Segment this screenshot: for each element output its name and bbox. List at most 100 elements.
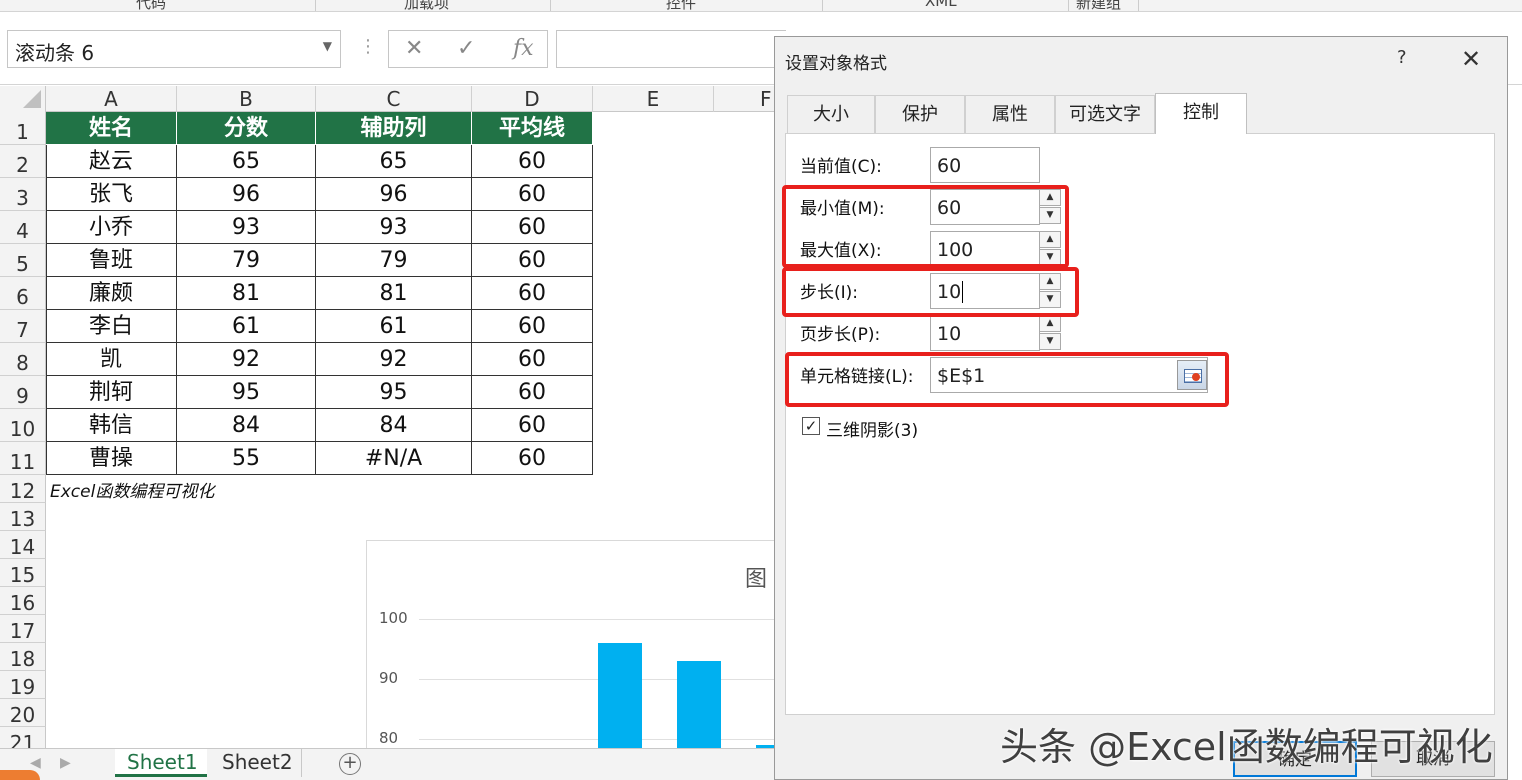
table-cell[interactable]: 60: [472, 343, 593, 376]
current-value-label: 当前值(C):: [800, 157, 882, 177]
table-cell[interactable]: 84: [177, 409, 316, 442]
bar-chart[interactable]: 图 100 90 80: [366, 540, 879, 760]
table-cell[interactable]: 60: [472, 310, 593, 343]
table-cell[interactable]: 96: [316, 178, 472, 211]
formula-input[interactable]: [556, 30, 786, 68]
table-cell[interactable]: 60: [472, 442, 593, 475]
table-cell[interactable]: 60: [472, 244, 593, 277]
formula-buttons: ✕ ✓ fx: [388, 30, 548, 68]
table-cell[interactable]: 曹操: [46, 442, 177, 475]
sheet-tab-sheet1[interactable]: Sheet1: [115, 749, 207, 777]
table-cell[interactable]: 韩信: [46, 409, 177, 442]
tab-properties[interactable]: 属性: [965, 95, 1055, 133]
column-header-d[interactable]: D: [472, 86, 593, 112]
table-cell[interactable]: 65: [177, 145, 316, 178]
scroll-right-icon[interactable]: ▶: [60, 755, 71, 771]
row-header-17[interactable]: 17: [0, 615, 46, 643]
row-header-14[interactable]: 14: [0, 531, 46, 559]
table-cell[interactable]: 92: [316, 343, 472, 376]
row-header-1[interactable]: 1: [0, 112, 46, 145]
table-cell[interactable]: 84: [316, 409, 472, 442]
table-cell[interactable]: 93: [316, 211, 472, 244]
tab-protection[interactable]: 保护: [875, 95, 965, 133]
row-header-4[interactable]: 4: [0, 211, 46, 244]
table-cell[interactable]: 79: [177, 244, 316, 277]
tab-alt-text[interactable]: 可选文字: [1055, 95, 1155, 133]
page-step-spinner[interactable]: ▲ ▼: [1039, 315, 1063, 351]
formula-bar-grip-icon[interactable]: ⋮: [359, 36, 377, 57]
table-cell[interactable]: 65: [316, 145, 472, 178]
table-cell[interactable]: 60: [472, 178, 593, 211]
chart-bar[interactable]: [677, 661, 721, 751]
row-header-9[interactable]: 9: [0, 376, 46, 409]
spin-down-icon[interactable]: ▼: [1039, 333, 1061, 350]
table-cell[interactable]: 61: [177, 310, 316, 343]
page-step-field[interactable]: 10: [930, 315, 1040, 351]
table-cell[interactable]: 81: [316, 277, 472, 310]
row-header-19[interactable]: 19: [0, 671, 46, 699]
current-value-field[interactable]: 60: [930, 147, 1040, 183]
table-cell[interactable]: 小乔: [46, 211, 177, 244]
row-header-20[interactable]: 20: [0, 699, 46, 727]
table-cell[interactable]: #N/A: [316, 442, 472, 475]
spin-up-icon[interactable]: ▲: [1039, 315, 1061, 332]
table-cell[interactable]: 荆轲: [46, 376, 177, 409]
table-cell[interactable]: 60: [472, 211, 593, 244]
scroll-left-icon[interactable]: ◀: [30, 755, 41, 771]
row-header-15[interactable]: 15: [0, 559, 46, 587]
table-cell[interactable]: 95: [316, 376, 472, 409]
column-header-e[interactable]: E: [593, 86, 714, 112]
sheet-tab-sheet2[interactable]: Sheet2: [210, 749, 302, 777]
table-cell[interactable]: 93: [177, 211, 316, 244]
tab-control[interactable]: 控制: [1155, 93, 1247, 134]
chart-bar[interactable]: [598, 643, 642, 751]
table-cell[interactable]: 96: [177, 178, 316, 211]
help-icon[interactable]: ?: [1397, 47, 1407, 68]
table-cell[interactable]: 李白: [46, 310, 177, 343]
row-header-7[interactable]: 7: [0, 310, 46, 343]
row-header-16[interactable]: 16: [0, 587, 46, 615]
table-cell[interactable]: 79: [316, 244, 472, 277]
table-cell[interactable]: 鲁班: [46, 244, 177, 277]
enter-icon[interactable]: ✓: [457, 36, 475, 61]
row-header-6[interactable]: 6: [0, 277, 46, 310]
row-header-8[interactable]: 8: [0, 343, 46, 376]
row-header-13[interactable]: 13: [0, 503, 46, 531]
cancel-icon[interactable]: ✕: [405, 36, 423, 61]
row-header-5[interactable]: 5: [0, 244, 46, 277]
name-box[interactable]: 滚动条 6 ▼: [7, 30, 341, 68]
table-cell[interactable]: 60: [472, 277, 593, 310]
row-header-2[interactable]: 2: [0, 145, 46, 178]
table-cell[interactable]: 赵云: [46, 145, 177, 178]
table-cell[interactable]: 凯: [46, 343, 177, 376]
table-cell[interactable]: 61: [316, 310, 472, 343]
close-icon[interactable]: ✕: [1461, 45, 1481, 73]
table-cell[interactable]: 95: [177, 376, 316, 409]
row-header-18[interactable]: 18: [0, 643, 46, 671]
table-cell[interactable]: 廉颇: [46, 277, 177, 310]
table-header-cell[interactable]: 平均线: [472, 112, 593, 145]
tab-size[interactable]: 大小: [787, 95, 875, 133]
row-header-10[interactable]: 10: [0, 409, 46, 442]
insert-function-icon[interactable]: fx: [513, 36, 534, 61]
table-cell[interactable]: 55: [177, 442, 316, 475]
table-header-cell[interactable]: 分数: [177, 112, 316, 145]
table-header-cell[interactable]: 姓名: [46, 112, 177, 145]
table-cell[interactable]: 60: [472, 145, 593, 178]
name-box-dropdown-icon[interactable]: ▼: [323, 39, 332, 53]
table-cell[interactable]: 张飞: [46, 178, 177, 211]
column-header-a[interactable]: A: [46, 86, 177, 112]
row-header-12[interactable]: 12: [0, 475, 46, 503]
table-cell[interactable]: 92: [177, 343, 316, 376]
table-cell[interactable]: 60: [472, 409, 593, 442]
row-header-3[interactable]: 3: [0, 178, 46, 211]
add-sheet-icon[interactable]: +: [339, 753, 361, 775]
column-header-b[interactable]: B: [177, 86, 316, 112]
3d-shading-checkbox[interactable]: ✓: [802, 417, 820, 435]
table-header-cell[interactable]: 辅助列: [316, 112, 472, 145]
select-all-corner[interactable]: [0, 86, 46, 112]
column-header-c[interactable]: C: [316, 86, 472, 112]
row-header-11[interactable]: 11: [0, 442, 46, 475]
table-cell[interactable]: 60: [472, 376, 593, 409]
table-cell[interactable]: 81: [177, 277, 316, 310]
